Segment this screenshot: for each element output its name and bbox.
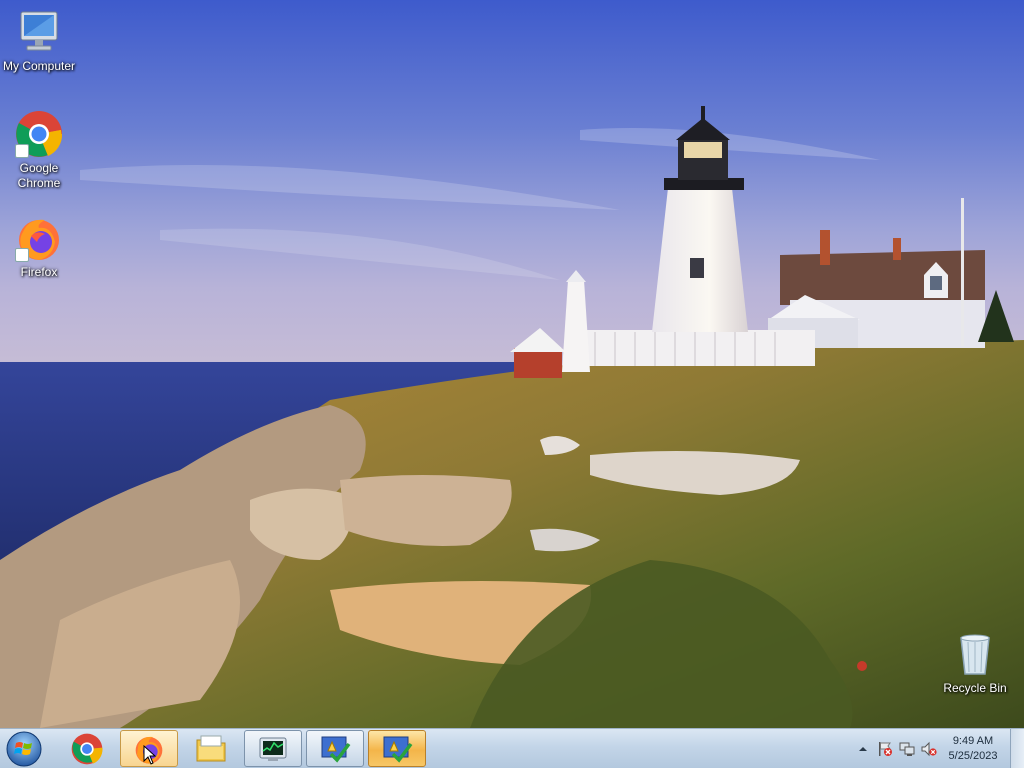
taskbar-clock[interactable]: 9:49 AM 5/25/2023	[940, 734, 1006, 764]
taskbar-chrome-button[interactable]	[58, 730, 116, 767]
taskbar-task-manager-button[interactable]	[244, 730, 302, 767]
windows-orb-icon	[6, 731, 42, 767]
chevron-up-icon	[859, 747, 867, 751]
desktop-icon-google-chrome[interactable]: Google Chrome	[0, 110, 78, 191]
action-center-flag-icon	[879, 742, 892, 756]
desktop-icon-recycle-bin[interactable]: Recycle Bin	[936, 630, 1014, 696]
clock-time: 9:49 AM	[952, 735, 994, 747]
desktop-icon-label: My Computer	[2, 59, 76, 73]
volume-button[interactable]	[918, 738, 940, 760]
start-button[interactable]	[4, 730, 44, 768]
network-button[interactable]	[896, 738, 918, 760]
checkmark-app-icon	[383, 736, 413, 763]
desktop-icon-label: Recycle Bin	[943, 681, 1007, 695]
show-desktop-button[interactable]	[1010, 729, 1024, 768]
firefox-icon	[15, 214, 63, 262]
desktop-wallpaper	[0, 0, 1024, 728]
taskbar-app-button-active[interactable]	[368, 730, 426, 767]
desktop-icon-label: Firefox	[20, 265, 58, 279]
explorer-folder-icon	[196, 735, 226, 761]
task-manager-icon	[259, 737, 287, 761]
mouse-cursor-icon	[143, 745, 157, 765]
checkmark-app-icon	[321, 736, 351, 763]
network-icon	[899, 742, 915, 756]
shortcut-arrow-icon	[15, 144, 29, 158]
desktop-icon-my-computer[interactable]: My Computer	[0, 8, 78, 74]
clock-date: 5/25/2023	[948, 750, 998, 762]
desktop-icon-label: Google Chrome	[17, 161, 61, 190]
desktop-icon-firefox[interactable]: Firefox	[0, 214, 78, 280]
action-center-button[interactable]	[874, 738, 896, 760]
taskbar-explorer-button[interactable]	[182, 730, 240, 767]
shortcut-arrow-icon	[15, 248, 29, 262]
recycle-bin-icon	[951, 630, 999, 678]
show-hidden-icons-button[interactable]	[852, 738, 874, 760]
computer-icon	[15, 8, 63, 56]
system-tray: 9:49 AM 5/25/2023	[852, 729, 1024, 768]
taskbar-app-button[interactable]	[306, 730, 364, 767]
chrome-icon	[71, 733, 103, 764]
chrome-icon	[15, 110, 63, 158]
volume-muted-icon	[921, 741, 937, 757]
